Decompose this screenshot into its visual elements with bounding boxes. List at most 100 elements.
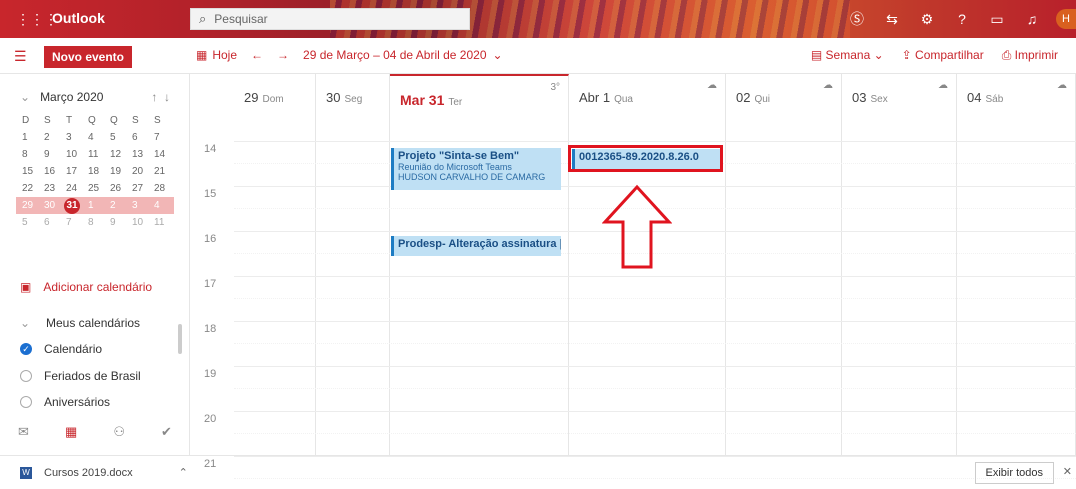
mini-calendar-day[interactable]: 26	[108, 183, 130, 194]
mini-calendar-day[interactable]: 10	[130, 217, 152, 228]
my-calendars-header[interactable]: ⌄ Meus calendários	[20, 316, 140, 330]
forward-icon[interactable]: ⇆	[877, 11, 907, 28]
mini-calendar-day[interactable]: 10	[64, 149, 86, 160]
people-icon[interactable]: ⚇	[113, 424, 125, 440]
event-prodesp[interactable]: Prodesp- Alteração assinatura |	[391, 236, 561, 256]
show-all-button[interactable]: Exibir todos	[974, 462, 1054, 484]
chevron-up-icon[interactable]: ⌃	[179, 466, 188, 479]
month-nav-arrows[interactable]: ↑ ↓	[151, 90, 170, 104]
mini-calendar-day[interactable]: 1	[20, 132, 42, 143]
day-header[interactable]: Abr 1 Qua ☁	[569, 74, 726, 118]
mini-calendar-day[interactable]: 1	[86, 200, 108, 211]
calendar-item-label: Calendário	[44, 342, 103, 356]
mini-calendar-day[interactable]: 11	[152, 217, 174, 228]
mini-calendar-day[interactable]: 16	[42, 166, 64, 177]
notification-icon[interactable]: ♫	[1017, 11, 1047, 27]
scrollbar-thumb[interactable]	[178, 324, 182, 354]
mini-calendar-day[interactable]: 8	[86, 217, 108, 228]
print-label: Imprimir	[1014, 48, 1058, 62]
mini-calendar-day[interactable]: 17	[64, 166, 86, 177]
mini-calendar-day[interactable]: 4	[152, 200, 174, 211]
day-column[interactable]	[316, 118, 390, 455]
mail-icon[interactable]: ✉	[18, 424, 29, 440]
download-item[interactable]: W Cursos 2019.docx ⌃	[20, 466, 188, 479]
week-view-button[interactable]: ▤ Semana ⌄	[811, 48, 884, 63]
calendar-icon[interactable]: ▦	[65, 424, 77, 440]
mini-calendar-day[interactable]: 29	[20, 200, 42, 211]
day-header[interactable]: 03 Sex ☁	[842, 74, 957, 118]
search-box[interactable]: ⌕ Pesquisar	[190, 8, 470, 30]
mini-calendar-day[interactable]: 11	[86, 149, 108, 160]
mini-calendar-day[interactable]: 30	[42, 200, 64, 211]
mini-calendar-day[interactable]: 23	[42, 183, 64, 194]
mini-calendar-day[interactable]: 24	[64, 183, 86, 194]
date-range[interactable]: 29 de Março – 04 de Abril de 2020	[303, 48, 486, 62]
mini-calendar-day[interactable]: 28	[152, 183, 174, 194]
chevron-down-icon[interactable]: ⌄	[493, 48, 503, 62]
settings-icon[interactable]: ⚙	[912, 11, 942, 28]
skype-icon[interactable]: Ⓢ	[842, 9, 872, 29]
avatar[interactable]: H	[1056, 9, 1076, 29]
tasks-icon[interactable]: ✔	[161, 424, 172, 440]
today-button[interactable]: ▦ Hoje	[196, 48, 237, 62]
day-header[interactable]: 30 Seg	[316, 74, 390, 118]
close-icon[interactable]: ✕	[1063, 465, 1072, 478]
feedback-icon[interactable]: ▭	[982, 11, 1012, 28]
day-column[interactable]	[234, 118, 316, 455]
day-header[interactable]: Mar 31 Ter 3°	[390, 74, 569, 118]
mini-calendar-day[interactable]: 2	[108, 200, 130, 211]
mini-calendar-day[interactable]: 15	[20, 166, 42, 177]
mini-calendar-day[interactable]: 21	[152, 166, 174, 177]
mini-calendar-day[interactable]: 4	[86, 132, 108, 143]
mini-calendar-day[interactable]: 31	[64, 197, 80, 214]
mini-calendar-day[interactable]: 6	[42, 217, 64, 228]
menu-icon[interactable]: ☰	[14, 48, 27, 65]
mini-calendar-day[interactable]: 9	[42, 149, 64, 160]
mini-calendar-day[interactable]: 27	[130, 183, 152, 194]
add-calendar-link[interactable]: ▣ Adicionar calendário	[20, 280, 152, 294]
day-header[interactable]: 04 Sáb ☁	[957, 74, 1076, 118]
mini-calendar-day[interactable]: 12	[108, 149, 130, 160]
weekday-label: S	[132, 115, 139, 126]
app-brand[interactable]: Outlook	[52, 10, 105, 26]
day-header[interactable]: 02 Qui ☁	[726, 74, 842, 118]
mini-calendar-day[interactable]: 2	[42, 132, 64, 143]
previous-arrow-icon[interactable]: ←	[251, 48, 263, 62]
share-button[interactable]: ⇪ Compartilhar	[902, 48, 984, 63]
calendar-item[interactable]: Aniversários	[20, 395, 110, 409]
event-subtitle: Reunião do Microsoft Teams	[398, 162, 512, 172]
new-event-button[interactable]: Novo evento	[44, 46, 133, 68]
print-button[interactable]: ⎙ Imprimir	[1002, 48, 1058, 63]
help-icon[interactable]: ?	[947, 11, 977, 27]
mini-calendar-day[interactable]: 5	[20, 217, 42, 228]
mini-calendar-day[interactable]: 14	[152, 149, 174, 160]
mini-calendar-day[interactable]: 22	[20, 183, 42, 194]
day-column[interactable]	[957, 118, 1076, 455]
day-number: 29	[244, 90, 259, 105]
mini-calendar-day[interactable]: 20	[130, 166, 152, 177]
calendar-item[interactable]: ✓ Calendário	[20, 342, 102, 356]
mini-calendar-day[interactable]: 6	[130, 132, 152, 143]
event-title: Prodesp- Alteração assinatura |	[398, 238, 561, 250]
month-title[interactable]: Março 2020	[40, 90, 103, 104]
mini-calendar-day[interactable]: 3	[64, 132, 86, 143]
mini-calendar-day[interactable]: 7	[152, 132, 174, 143]
mini-calendar-day[interactable]: 25	[86, 183, 108, 194]
week-view-label: Semana	[825, 48, 871, 62]
day-column[interactable]	[726, 118, 842, 455]
calendar-item[interactable]: Feriados de Brasil	[20, 369, 141, 383]
event-projeto[interactable]: Projeto "Sinta-se Bem" Reunião do Micros…	[391, 148, 561, 190]
mini-calendar-day[interactable]: 9	[108, 217, 130, 228]
mini-calendar-day[interactable]: 5	[108, 132, 130, 143]
mini-calendar-day[interactable]: 18	[86, 166, 108, 177]
waffle-icon[interactable]: ⋮⋮⋮	[16, 11, 58, 27]
collapse-chevron-icon[interactable]: ⌄	[20, 90, 30, 104]
mini-calendar-day[interactable]: 7	[64, 217, 86, 228]
mini-calendar-day[interactable]: 19	[108, 166, 130, 177]
mini-calendar-day[interactable]: 13	[130, 149, 152, 160]
day-header[interactable]: 29 Dom	[234, 74, 316, 118]
mini-calendar-day[interactable]: 8	[20, 149, 42, 160]
next-arrow-icon[interactable]: →	[277, 48, 289, 62]
mini-calendar-day[interactable]: 3	[130, 200, 152, 211]
day-column[interactable]	[842, 118, 957, 455]
